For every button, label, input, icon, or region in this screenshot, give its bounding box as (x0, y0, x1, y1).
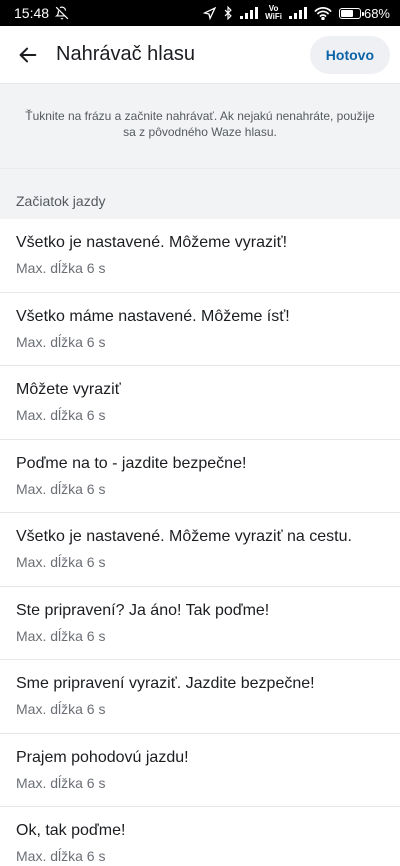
app-bar: Nahrávač hlasu Hotovo (0, 26, 400, 84)
phrase-item[interactable]: Ste pripravení? Ja áno! Tak poďme! Max. … (0, 587, 400, 660)
phrase-duration: Max. dĺžka 6 s (16, 333, 106, 350)
phrase-list: Všetko je nastavené. Môžeme vyraziť! Max… (0, 219, 400, 866)
phrase-title: Ok, tak poďme! (16, 822, 126, 840)
bluetooth-icon (223, 6, 233, 20)
battery-fill (340, 9, 354, 17)
back-button[interactable] (12, 39, 44, 71)
phrase-item[interactable]: Všetko máme nastavené. Môžeme ísť! Max. … (0, 293, 400, 366)
phrase-duration: Max. dĺžka 6 s (16, 848, 106, 865)
phrase-duration: Max. dĺžka 6 s (16, 701, 106, 718)
phrase-title: Všetko je nastavené. Môžeme vyraziť na c… (16, 528, 352, 546)
phrase-title: Prajem pohodovú jazdu! (16, 748, 189, 766)
arrow-left-icon (19, 47, 37, 62)
battery-percent: 68% (363, 5, 390, 21)
phrase-title: Všetko máme nastavené. Môžeme ísť! (16, 307, 290, 325)
info-text: Ťuknite na frázu a začnite nahrávať. Ak … (0, 84, 400, 169)
status-bar: 15:48 Vo WiFi 68% (0, 0, 400, 26)
phrase-item[interactable]: Ok, tak poďme! Max. dĺžka 6 s (0, 807, 400, 866)
phrase-title: Poďme na to - jazdite bezpečne! (16, 454, 247, 472)
phrase-item[interactable]: Všetko je nastavené. Môžeme vyraziť na c… (0, 513, 400, 587)
phrase-title: Ste pripravení? Ja áno! Tak poďme! (16, 601, 270, 619)
section-header: Začiatok jazdy (0, 169, 400, 219)
battery-icon: 68% (338, 5, 390, 21)
phrase-item[interactable]: Sme pripravení vyraziť. Jazdite bezpečne… (0, 660, 400, 734)
page-title: Nahrávač hlasu (56, 43, 195, 65)
phrase-duration: Max. dĺžka 6 s (16, 407, 106, 424)
location-icon (203, 6, 217, 20)
phrase-item[interactable]: Všetko je nastavené. Môžeme vyraziť! Max… (0, 219, 400, 293)
vowifi-badge: Vo WiFi (265, 4, 282, 21)
signal-icon (288, 7, 307, 19)
signal-icon (240, 7, 259, 19)
status-left: 15:48 (14, 5, 69, 21)
phrase-item[interactable]: Môžete vyraziť Max. dĺžka 6 s (0, 366, 400, 440)
status-right: Vo WiFi 68% (203, 5, 390, 21)
phrase-item[interactable]: Poďme na to - jazdite bezpečne! Max. dĺž… (0, 440, 400, 513)
phrase-duration: Max. dĺžka 6 s (16, 260, 106, 277)
phrase-item[interactable]: Prajem pohodovú jazdu! Max. dĺžka 6 s (0, 734, 400, 807)
phrase-duration: Max. dĺžka 6 s (16, 774, 106, 791)
mute-icon (55, 6, 69, 20)
phrase-duration: Max. dĺžka 6 s (16, 554, 106, 571)
phrase-title: Sme pripravení vyraziť. Jazdite bezpečne… (16, 675, 315, 693)
wifi-icon (314, 6, 332, 20)
status-time: 15:48 (14, 5, 50, 21)
phrase-duration: Max. dĺžka 6 s (16, 480, 106, 497)
done-button[interactable]: Hotovo (309, 35, 390, 74)
phrase-title: Môžete vyraziť (16, 381, 121, 399)
phrase-duration: Max. dĺžka 6 s (16, 627, 106, 644)
phrase-title: Všetko je nastavené. Môžeme vyraziť! (16, 234, 288, 252)
